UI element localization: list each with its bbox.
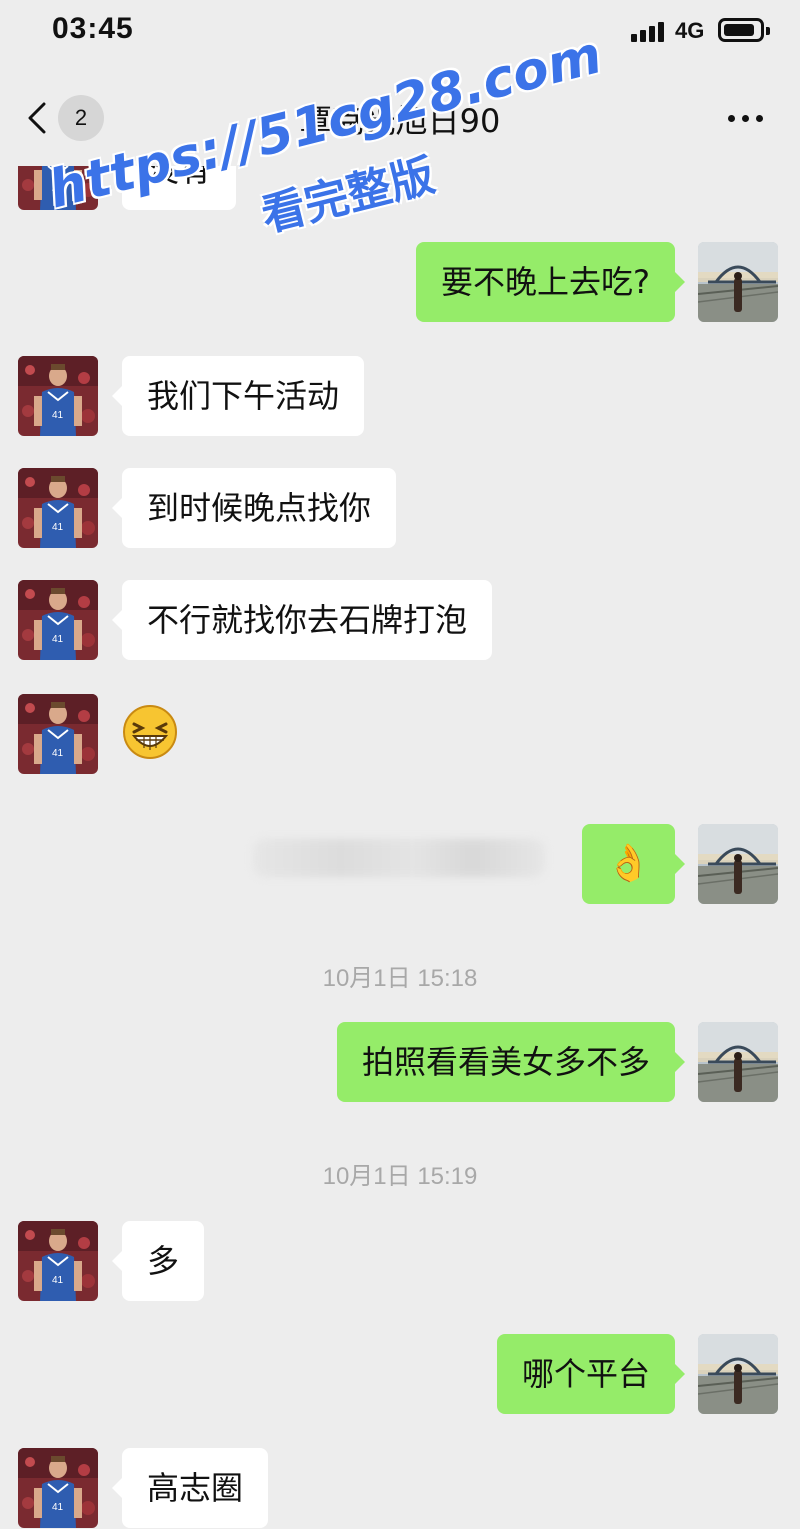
message-bubble[interactable]: 到时候晚点找你 — [111, 468, 397, 548]
status-bar: 03:45 4G — [0, 0, 800, 66]
unread-count-badge: 2 — [58, 95, 104, 141]
signal-icon — [631, 20, 667, 42]
blurred-region — [253, 839, 545, 877]
my-avatar[interactable] — [698, 1022, 778, 1102]
grinning-squint-emoji-icon[interactable] — [120, 702, 180, 762]
message-incoming: 高志圈 — [0, 1448, 800, 1528]
more-options-button[interactable] — [720, 102, 772, 134]
my-avatar[interactable] — [698, 1334, 778, 1414]
message-outgoing: 要不晚上去吃? — [0, 242, 800, 322]
contact-avatar[interactable] — [18, 694, 98, 774]
contact-avatar[interactable] — [18, 166, 98, 210]
contact-avatar[interactable] — [18, 580, 98, 660]
message-incoming — [0, 694, 800, 774]
message-incoming: 多 — [0, 1221, 800, 1301]
more-icon — [728, 115, 735, 122]
contact-avatar[interactable] — [18, 1221, 98, 1301]
my-avatar[interactable] — [698, 242, 778, 322]
my-avatar[interactable] — [698, 824, 778, 904]
contact-avatar[interactable] — [18, 1448, 98, 1528]
message-incoming: 没有 — [0, 166, 800, 210]
battery-icon — [718, 18, 770, 42]
message-bubble[interactable]: 我们下午活动 — [111, 356, 365, 436]
timestamp: 10月1日 15:19 — [322, 1163, 478, 1190]
status-time: 03:45 — [52, 12, 134, 45]
contact-avatar[interactable] — [18, 356, 98, 436]
message-incoming: 不行就找你去石牌打泡 — [0, 580, 800, 660]
chat-header: 2 覃克光旭日90 — [0, 66, 800, 166]
message-bubble[interactable]: 高志圈 — [111, 1448, 269, 1528]
contact-avatar[interactable] — [18, 468, 98, 548]
message-outgoing: 👌 — [0, 824, 800, 904]
network-type: 4G — [675, 18, 705, 43]
message-bubble[interactable]: 多 — [111, 1221, 205, 1301]
chat-title: 覃克光旭日90 — [299, 102, 501, 140]
message-bubble[interactable]: 拍照看看美女多不多 — [336, 1022, 686, 1102]
message-bubble[interactable]: 👌 — [582, 824, 685, 904]
message-incoming: 到时候晚点找你 — [0, 468, 800, 548]
message-bubble[interactable]: 不行就找你去石牌打泡 — [111, 580, 493, 660]
timestamp: 10月1日 15:18 — [322, 965, 478, 992]
message-bubble[interactable]: 没有 — [111, 166, 237, 210]
message-incoming: 我们下午活动 — [0, 356, 800, 436]
message-outgoing: 哪个平台 — [0, 1334, 800, 1414]
message-bubble[interactable]: 哪个平台 — [496, 1334, 686, 1414]
message-list[interactable]: 没有 要不晚上去吃? 我们下午活动 到时候晚点找你 不行就找你去石牌打泡 👌 1… — [0, 166, 800, 1529]
message-outgoing: 拍照看看美女多不多 — [0, 1022, 800, 1102]
message-bubble[interactable]: 要不晚上去吃? — [416, 242, 685, 322]
back-button[interactable] — [20, 96, 60, 140]
chevron-left-icon — [28, 102, 46, 134]
